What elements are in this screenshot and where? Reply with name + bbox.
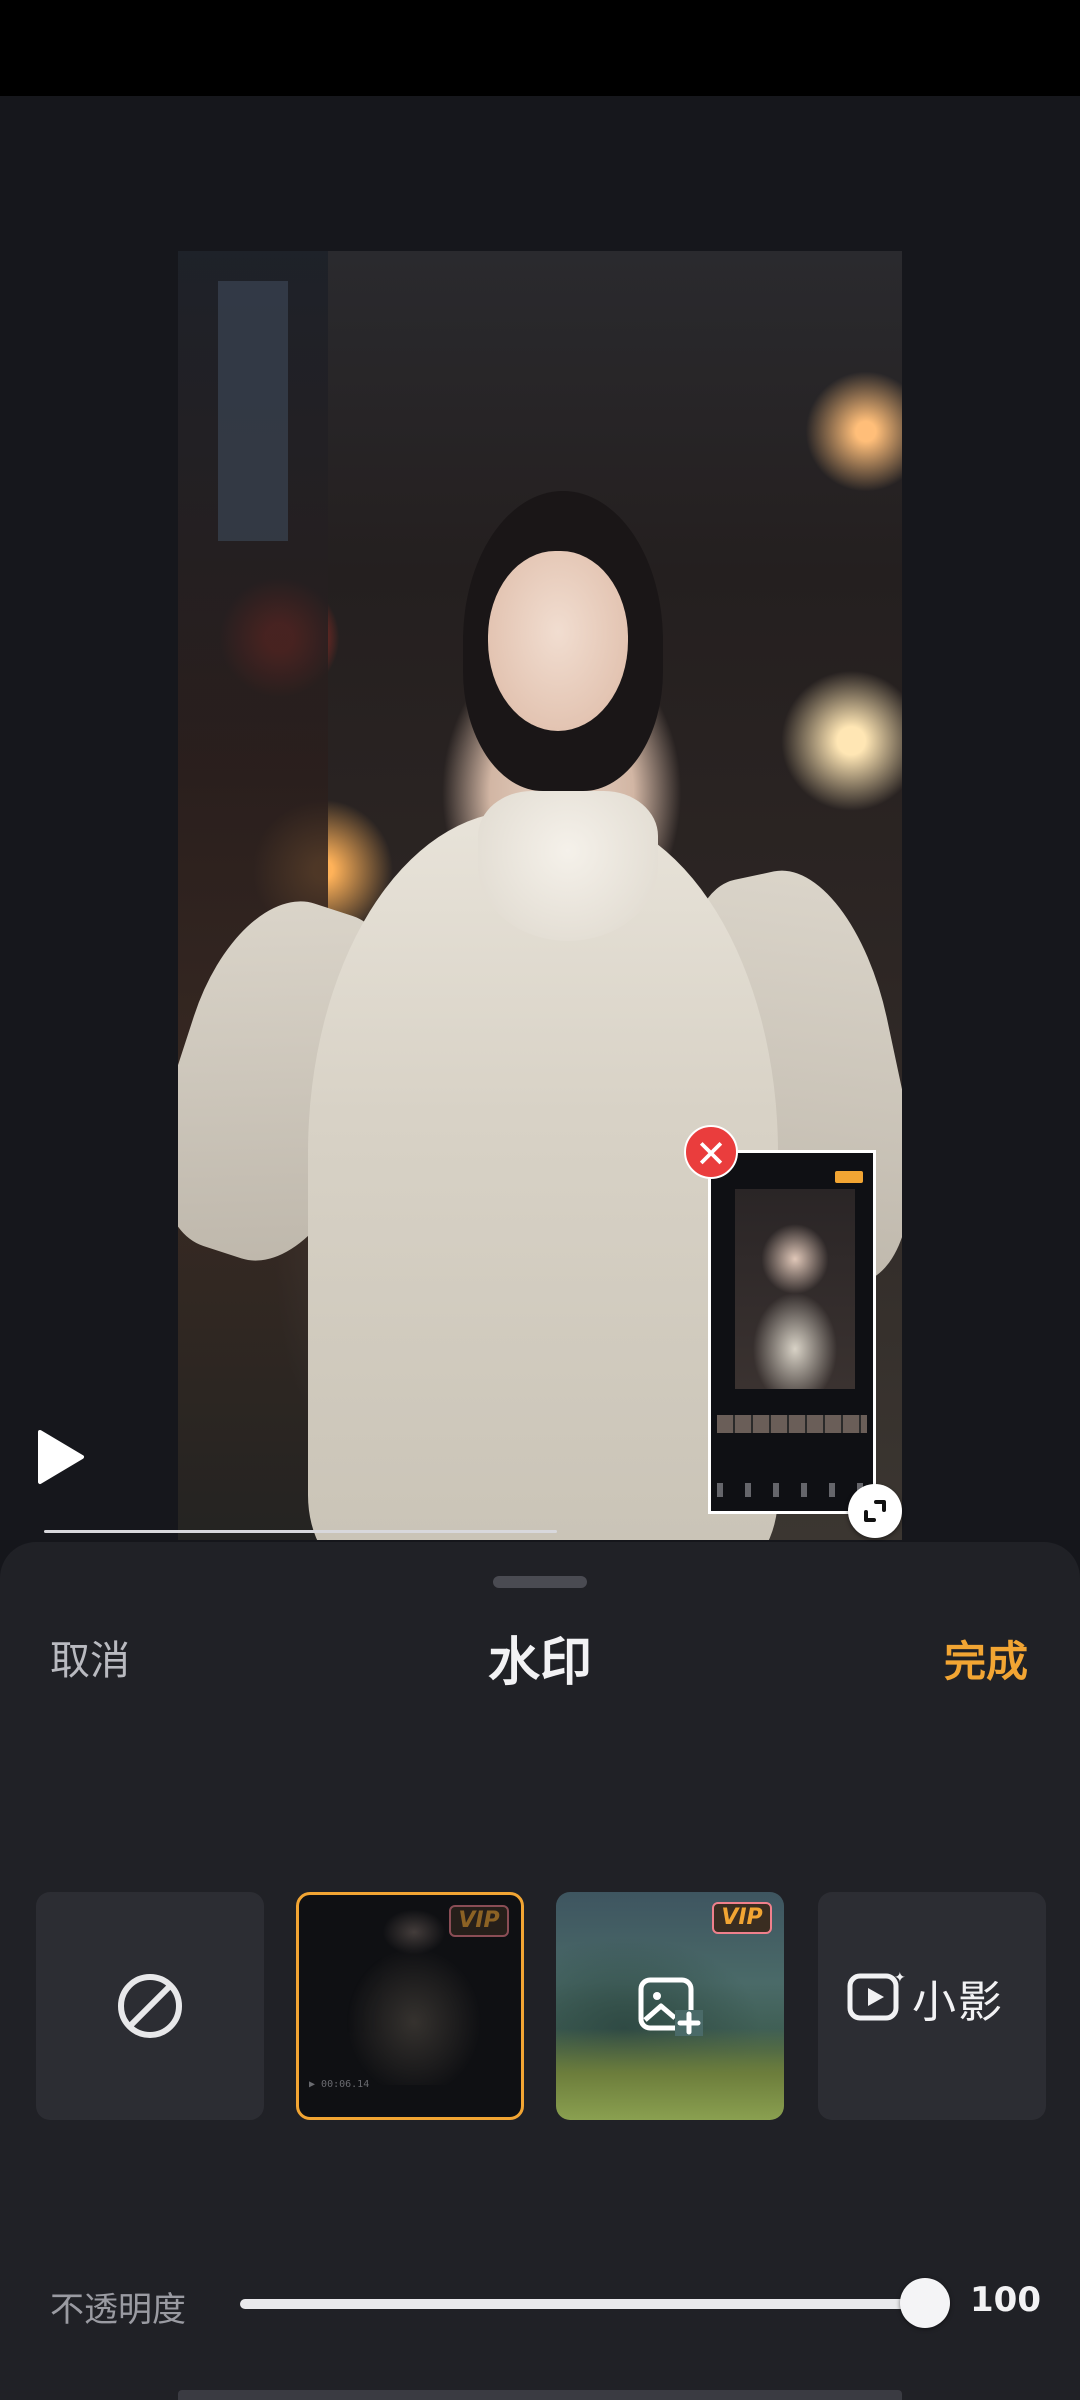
lace-collar [478, 791, 658, 941]
panel-title: 水印 [487, 1633, 592, 1693]
image-add-icon [638, 1977, 703, 2036]
close-icon: ✕ [695, 1132, 727, 1176]
resize-icon [864, 1500, 886, 1522]
panel-drag-handle[interactable] [493, 1576, 587, 1588]
watermark-overlay-photo [735, 1189, 855, 1389]
vip-badge: VIP [712, 1902, 772, 1934]
default-watermark-time: 00:06.14 [321, 2079, 370, 2090]
play-button[interactable] [36, 1428, 86, 1486]
watermark-overlay-badge [835, 1171, 863, 1183]
default-watermark-timebar: ▶ 00:06.14 [309, 2079, 370, 2090]
watermark-options: VIP ▶ 00:06.14 VIP ✦ 小影 [36, 1892, 1046, 2120]
opacity-value: 100 [970, 2280, 1041, 2320]
opacity-label: 不透明度 [50, 2290, 186, 2330]
done-button[interactable]: 完成 [944, 1628, 1028, 1689]
play-icon [38, 1430, 84, 1484]
resize-watermark-handle[interactable] [848, 1484, 902, 1538]
playback-progress-bar[interactable] [44, 1530, 557, 1533]
xiaoying-logo-icon: ✦ [847, 1970, 906, 2021]
opacity-slider-thumb[interactable] [900, 2278, 950, 2328]
watermark-option-xiaoying[interactable]: ✦ 小影 [818, 1892, 1046, 2120]
watermark-option-custom-image[interactable]: VIP [556, 1892, 784, 2120]
watermark-option-none[interactable] [36, 1892, 264, 2120]
remove-watermark-button[interactable]: ✕ [684, 1125, 738, 1179]
svg-text:✦: ✦ [894, 1970, 906, 1986]
status-bar [0, 0, 1080, 96]
watermark-overlay-toolbar [717, 1483, 867, 1497]
watermark-overlay-timeline [717, 1415, 867, 1433]
xiaoying-logo-text: 小影 [912, 1977, 1004, 2028]
watermark-overlay[interactable] [708, 1150, 876, 1514]
background-sky [218, 281, 288, 541]
vip-badge: VIP [449, 1905, 509, 1937]
bottom-tab-strip [178, 2390, 902, 2400]
face [488, 551, 628, 731]
watermark-option-default[interactable]: VIP ▶ 00:06.14 [296, 1892, 524, 2120]
opacity-slider-track[interactable] [240, 2299, 926, 2309]
forbidden-icon [118, 1974, 182, 2038]
